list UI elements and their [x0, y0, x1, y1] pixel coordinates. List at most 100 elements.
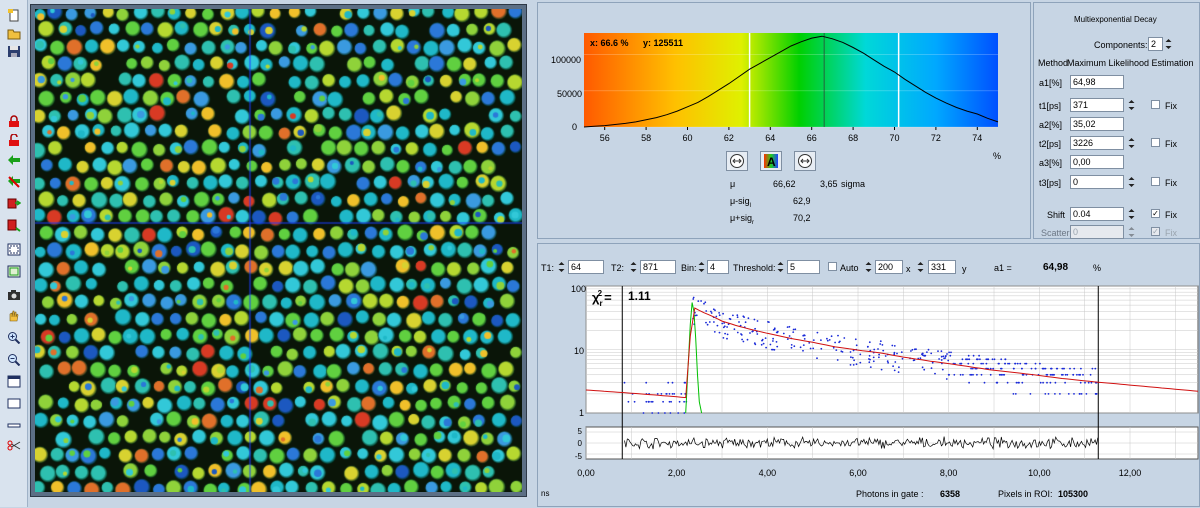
decay-data-point: [747, 317, 750, 320]
decay-data-point: [868, 354, 871, 357]
decay-data-point: [972, 373, 974, 376]
t2-field[interactable]: 3226: [1070, 136, 1124, 150]
decay-data-point: [1080, 393, 1083, 395]
save-icon[interactable]: [6, 44, 22, 58]
open-folder-icon[interactable]: [6, 26, 22, 40]
decay-data-point: [767, 321, 769, 323]
t3-fix-checkbox[interactable]: [1151, 177, 1160, 186]
decay-data-point: [859, 353, 862, 356]
camera-icon[interactable]: [6, 288, 22, 302]
zoom-in-icon[interactable]: [6, 330, 22, 344]
decay-data-point: [647, 400, 650, 403]
t1-spinner[interactable]: [1127, 98, 1136, 112]
histogram-x-tick: 58: [641, 133, 651, 143]
decay-data-point: [668, 400, 671, 403]
lifetime-image[interactable]: [35, 9, 522, 492]
decay-data-point: [683, 412, 686, 414]
range-left-button[interactable]: [726, 151, 748, 171]
decay-data-point: [803, 334, 806, 337]
range-right-button[interactable]: [794, 151, 816, 171]
decay-data-point: [922, 354, 924, 356]
decay-data-point: [1085, 393, 1088, 395]
a3-field[interactable]: 0,00: [1070, 155, 1124, 169]
decay-data-point: [713, 321, 715, 323]
decay-data-point: [1016, 362, 1019, 365]
method-value[interactable]: Maximum Likelihood Estimation: [1067, 58, 1194, 68]
histogram-chart[interactable]: 56 58 60 62 64 66 68 70 72 74 x: 66.6 % y: 125511…: [538, 3, 1032, 240]
histogram-readout-x: x: 66.6 %: [590, 38, 629, 48]
decay-data-point: [713, 331, 716, 333]
components-spinner[interactable]: [1164, 37, 1173, 51]
green-arrow-icon[interactable]: [6, 153, 22, 167]
decay-data-point: [721, 322, 724, 325]
decay-data-point: [879, 343, 882, 345]
shift-field[interactable]: 0.04: [1070, 207, 1124, 221]
decay-data-point: [716, 324, 719, 327]
decay-chart[interactable]: 100 10 1 5 0 -5 0,00 2,00 4,00 6,00 8,00 10,0…: [538, 244, 1200, 508]
a2-field[interactable]: 35,02: [1070, 117, 1124, 131]
decay-data-point: [764, 337, 767, 339]
unlock-icon[interactable]: [6, 133, 22, 147]
components-label: Components:: [1094, 40, 1148, 50]
decay-data-point: [934, 372, 936, 375]
shift-label: Shift: [1047, 210, 1066, 220]
decay-data-point: [1046, 373, 1049, 376]
decay-data-point: [1006, 381, 1009, 384]
scatter-fix-checkbox[interactable]: ✓: [1151, 227, 1160, 236]
t2-spinner[interactable]: [1127, 136, 1136, 150]
rectangle-icon[interactable]: [6, 396, 22, 410]
components-input[interactable]: 2: [1148, 37, 1163, 51]
t2-fix-checkbox[interactable]: [1151, 138, 1160, 147]
decay-data-point: [792, 328, 795, 331]
decay-data-point: [1034, 367, 1037, 370]
sigma-label: sigma: [841, 179, 866, 189]
decay-data-point: [651, 412, 654, 414]
t3-spinner[interactable]: [1127, 175, 1136, 189]
decay-data-point: [968, 381, 970, 384]
new-file-icon[interactable]: [6, 8, 22, 22]
decay-data-point: [1091, 367, 1094, 370]
t1-fix-checkbox[interactable]: [1151, 100, 1160, 109]
t1-field[interactable]: 371: [1070, 98, 1124, 112]
decay-data-point: [873, 348, 876, 351]
scatter-field[interactable]: 0: [1070, 225, 1124, 239]
histogram-x-tick: 72: [931, 133, 941, 143]
decay-data-point: [1054, 381, 1057, 384]
decay-data-point: [790, 346, 793, 349]
decay-data-point: [1039, 362, 1041, 365]
select-frame-icon[interactable]: [6, 242, 22, 256]
decay-data-point: [836, 359, 839, 361]
select-frame-green-icon[interactable]: [6, 264, 22, 278]
decay-data-point: [744, 321, 747, 324]
a1-field[interactable]: 64,98: [1070, 75, 1124, 89]
decay-data-point: [1067, 393, 1070, 395]
lock-icon[interactable]: [6, 114, 22, 128]
hand-icon[interactable]: [6, 308, 22, 322]
decay-data-point: [930, 367, 933, 369]
decay-data-point: [1094, 367, 1097, 370]
histogram-y-tick: 50000: [557, 89, 582, 99]
decay-data-point: [948, 351, 950, 354]
crossed-arrow-icon[interactable]: [6, 174, 22, 188]
decay-data-point: [1089, 373, 1092, 376]
decay-data-point: [834, 341, 836, 344]
decay-data-point: [740, 333, 742, 335]
window-icon[interactable]: [6, 374, 22, 388]
t3-field[interactable]: 0: [1070, 175, 1124, 189]
decay-data-point: [927, 348, 930, 351]
decay-data-point: [1050, 367, 1052, 370]
shift-fix-checkbox[interactable]: ✓: [1151, 209, 1160, 218]
zoom-out-icon[interactable]: [6, 352, 22, 366]
decay-data-point: [901, 357, 904, 360]
line-icon[interactable]: [6, 418, 22, 432]
scatter-spinner[interactable]: [1127, 225, 1136, 239]
auto-range-button[interactable]: A: [760, 151, 782, 171]
stack-red-icon[interactable]: [6, 196, 22, 210]
stack-red-2-icon[interactable]: [6, 218, 22, 232]
decay-data-point: [953, 373, 956, 376]
shift-spinner[interactable]: [1127, 207, 1136, 221]
decay-data-point: [947, 373, 950, 376]
decay-data-point: [1069, 367, 1071, 370]
decay-data-point: [882, 349, 885, 352]
scissors-icon[interactable]: [6, 438, 22, 452]
